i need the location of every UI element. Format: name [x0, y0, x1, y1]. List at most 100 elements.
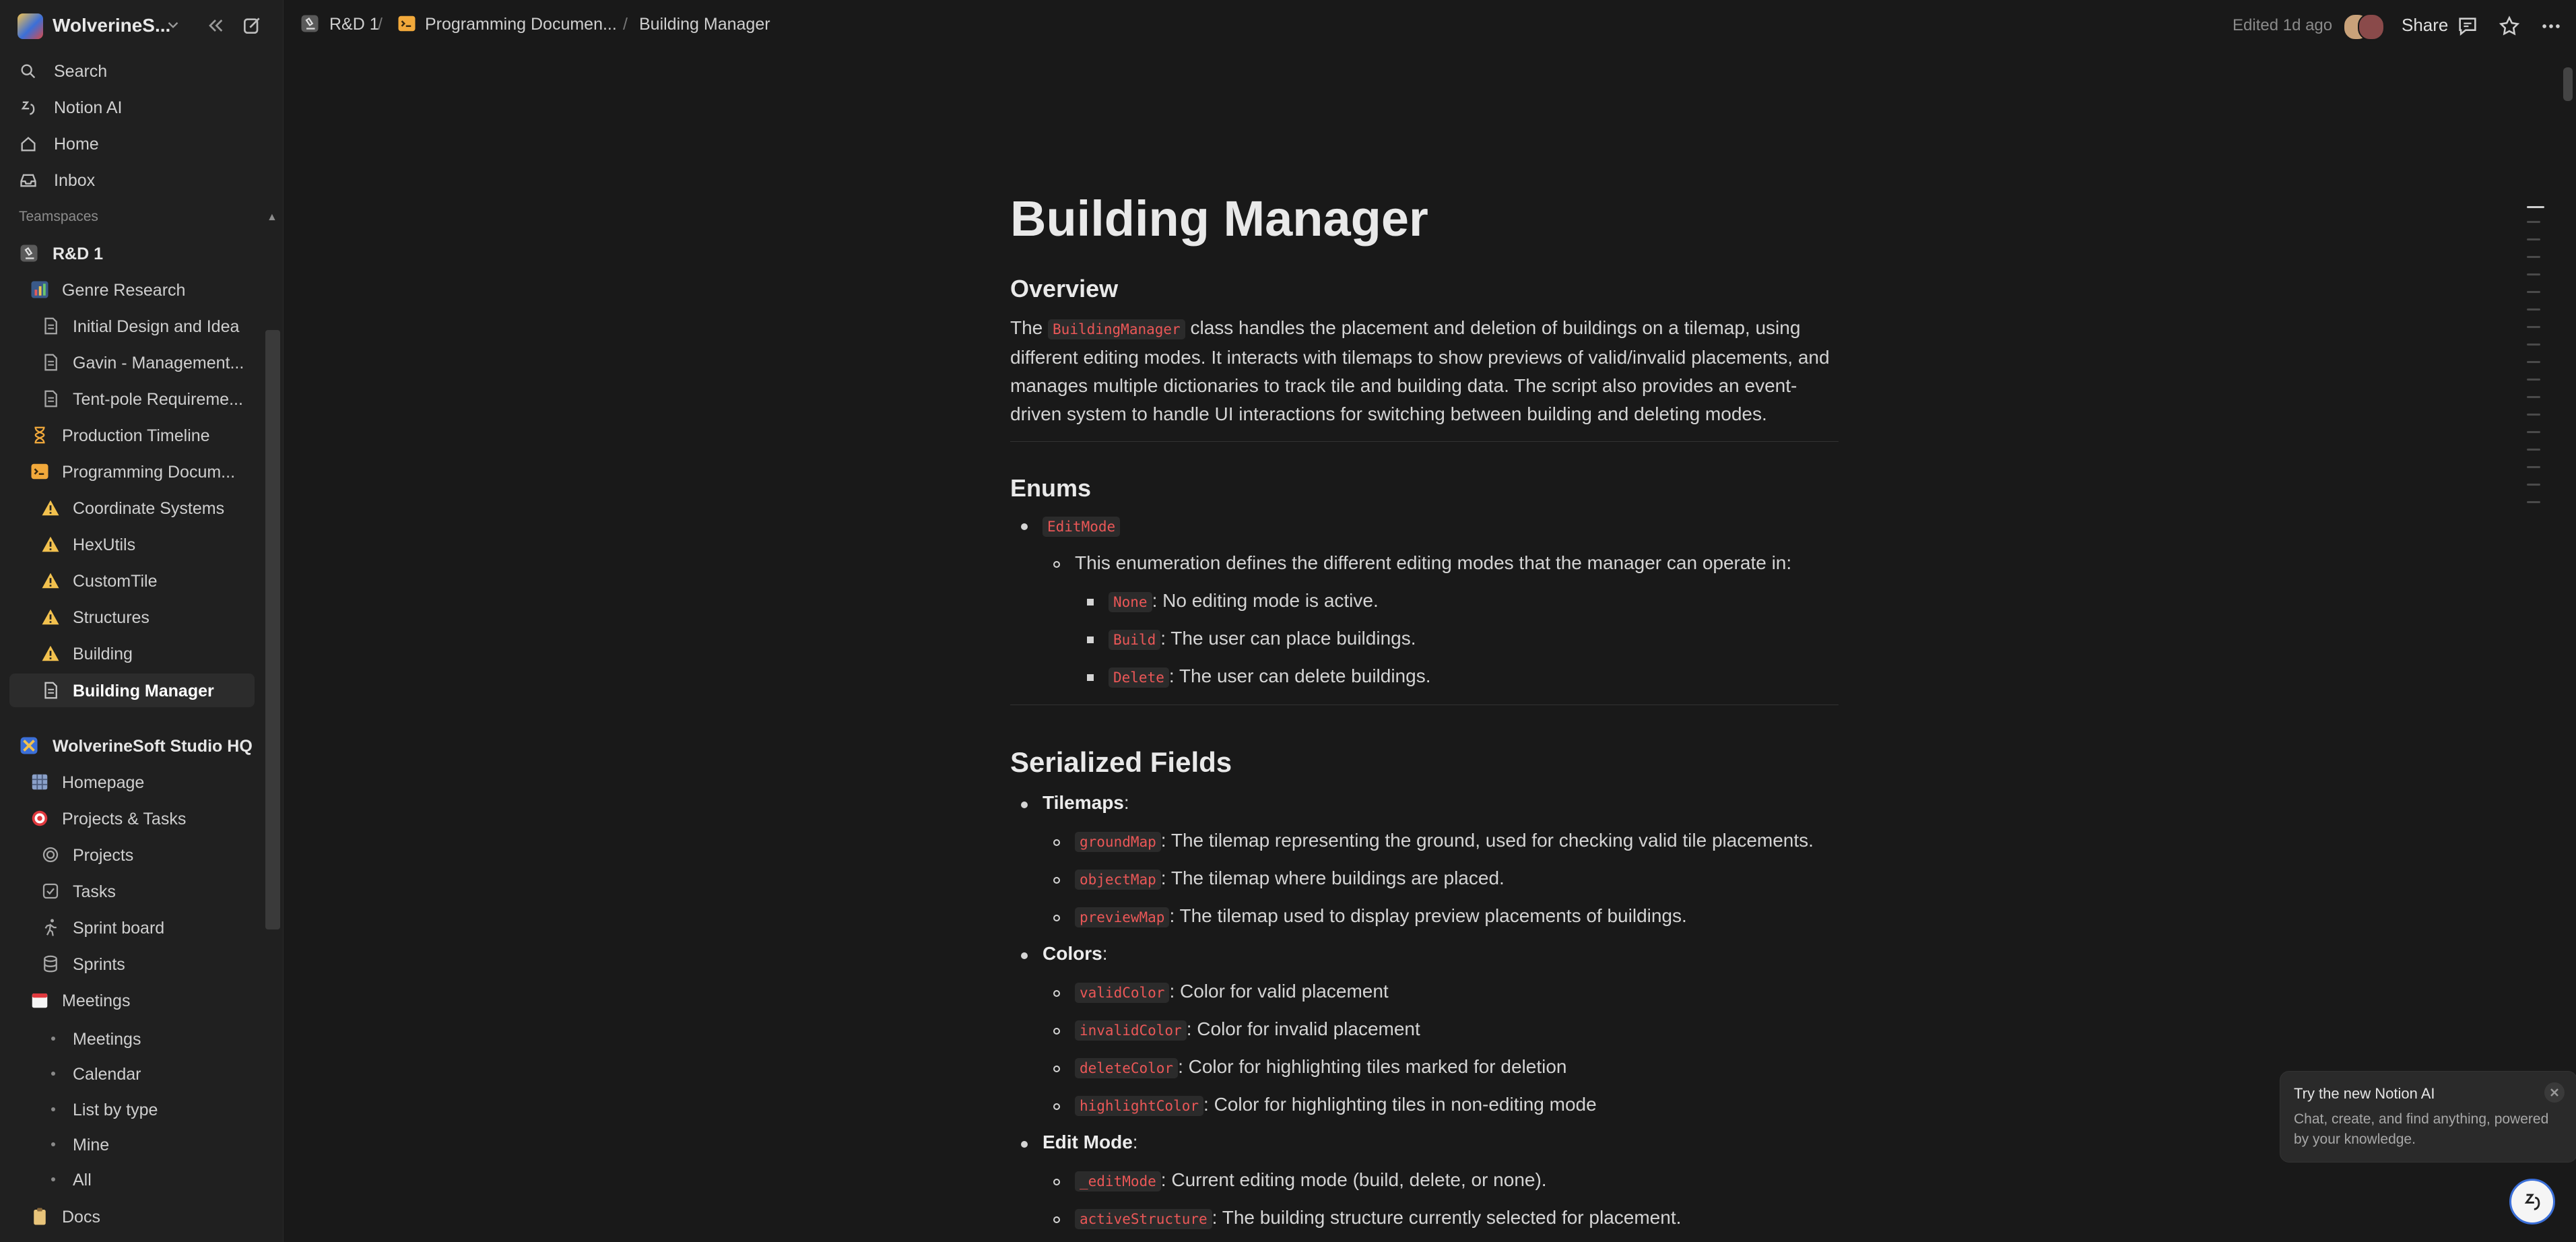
sidebar-item-label: Projects & Tasks [62, 810, 187, 828]
promo-body: Chat, create, and find anything, powered… [2294, 1111, 2549, 1147]
star-icon[interactable] [2498, 15, 2521, 38]
more-icon[interactable] [2540, 15, 2563, 38]
page-scrollbar[interactable] [2563, 67, 2573, 101]
avatar[interactable] [2358, 13, 2385, 40]
sidebar-item-building-manager[interactable]: Building Manager [9, 674, 255, 707]
toc-line[interactable] [2527, 326, 2540, 328]
toc-line[interactable] [2527, 501, 2540, 503]
notion-ai-button[interactable] [2509, 1179, 2555, 1224]
sidebar-item-label: Production Timeline [62, 426, 210, 445]
nav-search[interactable]: Search [9, 54, 273, 88]
sidebar-item-coordinate-systems[interactable]: Coordinate Systems [9, 491, 255, 525]
sidebar-item-building[interactable]: Building [9, 636, 255, 670]
field-item[interactable]: deleteColor: Color for highlighting tile… [1075, 1056, 1566, 1078]
heading-overview[interactable]: Overview [1010, 275, 1118, 303]
heading-enums[interactable]: Enums [1010, 474, 1091, 502]
field-item[interactable]: objectMap: The tilemap where buildings a… [1075, 868, 1505, 890]
collapse-sidebar-icon[interactable] [205, 15, 226, 36]
toc-line[interactable] [2527, 273, 2540, 275]
toc-line[interactable] [2527, 361, 2540, 363]
field-item[interactable]: highlightColor: Color for highlighting t… [1075, 1094, 1597, 1116]
breadcrumb-rd1[interactable]: R&D 1 [329, 15, 379, 34]
new-page-icon[interactable] [241, 15, 263, 36]
microscope-icon [20, 244, 38, 262]
caret-up-icon[interactable]: ▲ [267, 211, 277, 224]
toc-line[interactable] [2527, 379, 2540, 381]
toc-line[interactable] [2527, 466, 2540, 468]
field-item[interactable]: invalidColor: Color for invalid placemen… [1075, 1018, 1420, 1041]
sidebar-item-calendar[interactable]: Calendar [9, 1057, 255, 1090]
sidebar-item-list-by-type[interactable]: List by type [9, 1092, 255, 1126]
enum-description[interactable]: This enumeration defines the different e… [1075, 552, 1791, 574]
enum-value[interactable]: None: No editing mode is active. [1109, 590, 1379, 612]
sidebar-item-rd1[interactable]: R&D 1 [9, 236, 255, 270]
text: : The tilemap where buildings are placed… [1160, 868, 1505, 888]
sidebar-item-production-timeline[interactable]: Production Timeline [9, 418, 255, 452]
workspace-header[interactable]: WolverineS... [0, 0, 283, 55]
field-item[interactable]: activeStructure: The building structure … [1075, 1207, 1681, 1229]
sidebar-item-homepage[interactable]: Homepage [9, 765, 255, 799]
toc-line[interactable] [2527, 221, 2540, 223]
toc-line[interactable] [2527, 431, 2540, 433]
sidebar-item-mine[interactable]: Mine [9, 1127, 255, 1161]
toc-line[interactable] [2527, 484, 2540, 486]
group-colors[interactable]: Colors: [1043, 943, 1107, 965]
sidebar-item-meetings-view[interactable]: Meetings [9, 1022, 255, 1055]
breadcrumb-programming-docs[interactable]: Programming Documen... [425, 15, 617, 34]
edited-timestamp[interactable]: Edited 1d ago [2233, 16, 2332, 35]
nav-inbox[interactable]: Inbox [9, 163, 273, 197]
chevron-down-icon[interactable] [164, 16, 182, 34]
sidebar-item-hexutils[interactable]: HexUtils [9, 527, 255, 561]
toc-line[interactable] [2527, 206, 2544, 208]
sidebar-item-gavin-management[interactable]: Gavin - Management... [9, 346, 255, 379]
notion-ai-icon [21, 101, 35, 115]
toc-line[interactable] [2527, 238, 2540, 240]
heading-serialized-fields[interactable]: Serialized Fields [1010, 746, 1232, 779]
sidebar-scrollbar[interactable] [265, 330, 280, 929]
toc-line[interactable] [2527, 308, 2540, 310]
group-tilemaps[interactable]: Tilemaps: [1043, 792, 1129, 814]
sidebar-item-meetings-db[interactable]: Meetings [9, 983, 255, 1017]
field-item[interactable]: previewMap: The tilemap used to display … [1075, 905, 1687, 927]
toc-line[interactable] [2527, 414, 2540, 416]
field-item[interactable]: groundMap: The tilemap representing the … [1075, 830, 1814, 852]
sidebar-item-sprint-board[interactable]: Sprint board [9, 911, 255, 944]
enum-name[interactable]: EditMode [1043, 515, 1121, 537]
enum-value[interactable]: Delete: The user can delete buildings. [1109, 665, 1430, 688]
sidebar-item-all[interactable]: All [9, 1163, 255, 1196]
nav-home[interactable]: Home [9, 127, 273, 160]
sidebar-item-structures[interactable]: Structures [9, 600, 255, 634]
workspace-name[interactable]: WolverineS... [53, 15, 170, 36]
sidebar-item-sprints[interactable]: Sprints [9, 947, 255, 981]
teamspaces-label[interactable]: Teamspaces [19, 209, 98, 225]
sidebar-item-docs[interactable]: Docs [9, 1200, 255, 1233]
toc-line[interactable] [2527, 449, 2540, 451]
overview-paragraph[interactable]: The BuildingManager class handles the pl… [1010, 314, 1839, 428]
breadcrumb-building-manager[interactable]: Building Manager [639, 15, 770, 34]
sidebar-item-tent-pole[interactable]: Tent-pole Requireme... [9, 382, 255, 416]
toc-line[interactable] [2527, 256, 2540, 258]
toc-line[interactable] [2527, 291, 2540, 293]
sidebar-item-programming-docs[interactable]: Programming Docum... [9, 455, 255, 488]
text: : No editing mode is active. [1152, 590, 1379, 611]
group-edit-mode[interactable]: Edit Mode: [1043, 1132, 1138, 1153]
comment-icon[interactable] [2456, 15, 2479, 38]
toc-line[interactable] [2527, 344, 2540, 346]
sidebar-item-initial-design[interactable]: Initial Design and Idea [9, 309, 255, 343]
field-item[interactable]: _editMode: Current editing mode (build, … [1075, 1169, 1547, 1191]
nav-notion-ai[interactable]: Notion AI [9, 90, 273, 124]
field-item[interactable]: validColor: Color for valid placement [1075, 981, 1389, 1003]
close-icon[interactable] [2544, 1082, 2565, 1103]
sidebar-item-tasks[interactable]: Tasks [9, 874, 255, 908]
sidebar-item-genre-research[interactable]: Genre Research [9, 273, 255, 306]
sidebar-item-projects[interactable]: Projects [9, 838, 255, 872]
toc-line[interactable] [2527, 396, 2540, 398]
enum-value[interactable]: Build: The user can place buildings. [1109, 628, 1416, 650]
sidebar-item-projects-tasks[interactable]: Projects & Tasks [9, 802, 255, 835]
page-title[interactable]: Building Manager [1010, 190, 1428, 247]
sidebar-item-customtile[interactable]: CustomTile [9, 564, 255, 597]
notion-ai-promo[interactable]: Try the new Notion AI Chat, create, and … [2280, 1071, 2576, 1163]
share-button[interactable]: Share [2402, 15, 2448, 36]
sidebar-item-wolverinesoft-hq[interactable]: WolverineSoft Studio HQ [9, 729, 255, 762]
checkbox-icon [42, 883, 59, 899]
